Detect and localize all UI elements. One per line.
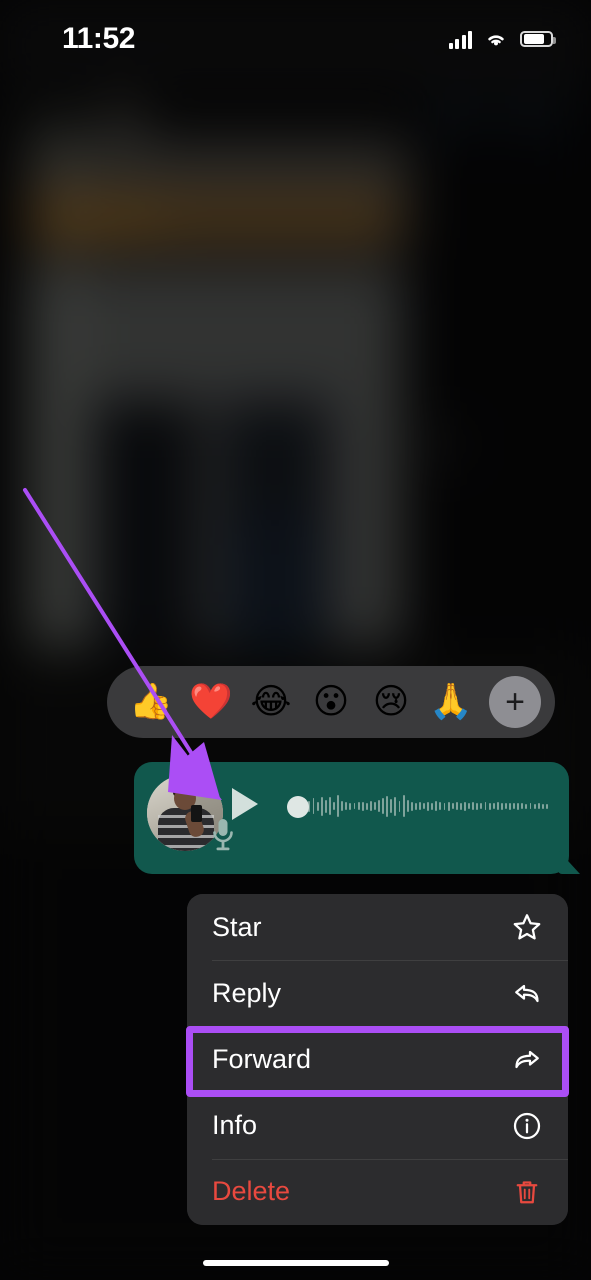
waveform-bar: [427, 801, 430, 811]
waveform-bar: [382, 798, 385, 814]
waveform-bar: [443, 802, 446, 810]
reaction-face-with-tears-of-joy-icon[interactable]: 😂: [241, 666, 301, 738]
waveform-bar: [394, 796, 397, 816]
reaction-crying-face-icon[interactable]: 😢: [361, 666, 421, 738]
status-bar-clock: 11:52: [62, 22, 136, 55]
trash-icon: [512, 1177, 542, 1207]
waveform-bar: [472, 802, 475, 810]
context-menu-label-delete: Delete: [212, 1176, 291, 1207]
waveform-bar: [435, 801, 438, 811]
waveform-bar: [537, 803, 540, 809]
waveform-bar: [459, 802, 462, 810]
waveform-bar: [419, 802, 421, 810]
context-menu-item-star[interactable]: Star: [187, 894, 568, 961]
context-menu-item-reply[interactable]: Reply: [187, 960, 568, 1027]
waveform-bar: [345, 802, 348, 810]
waveform-bar: [312, 798, 315, 814]
waveform-bar: [328, 797, 331, 815]
waveform-bar: [341, 801, 344, 811]
waveform-bar: [517, 802, 520, 810]
waveform-bar: [533, 803, 536, 809]
waveform-bar: [541, 803, 544, 809]
waveform-bar: [455, 802, 458, 810]
waveform-bar: [316, 801, 319, 811]
add-reaction-button[interactable]: +: [489, 676, 541, 728]
context-menu-label-reply: Reply: [212, 977, 282, 1008]
waveform-bar: [361, 801, 364, 811]
waveform-bar: [386, 795, 389, 817]
waveform-bar: [333, 802, 335, 810]
waveform-bar: [369, 801, 372, 811]
waveform-bar: [492, 803, 495, 809]
waveform-bar: [337, 795, 340, 817]
waveform-bar: [480, 803, 483, 809]
waveform-bar: [521, 803, 524, 809]
waveform-bar: [353, 803, 356, 809]
waveform-bar: [402, 795, 405, 817]
waveform-bar: [349, 802, 352, 810]
emoji-reaction-bar[interactable]: 👍 ❤️ 😂 😮 😢 🙏 +: [107, 666, 555, 738]
reaction-folded-hands-icon[interactable]: 🙏: [421, 666, 481, 738]
star-icon: [512, 912, 542, 942]
home-indicator: [202, 1260, 389, 1266]
reply-icon: [512, 978, 542, 1008]
status-bar: 11:52: [0, 0, 591, 78]
context-menu-item-forward[interactable]: Forward: [187, 1026, 568, 1093]
waveform-bar: [500, 802, 503, 810]
waveform-bar: [529, 803, 532, 809]
waveform-bar: [545, 803, 548, 809]
waveform-bar: [398, 800, 401, 812]
context-menu-item-delete[interactable]: Delete: [187, 1158, 568, 1225]
reaction-red-heart-icon[interactable]: ❤️: [181, 666, 241, 738]
waveform-bar: [451, 803, 454, 809]
wifi-icon: [488, 35, 504, 46]
reaction-thumbs-up-icon[interactable]: 👍: [121, 666, 181, 738]
info-icon: [512, 1111, 542, 1141]
waveform-bar: [373, 802, 376, 810]
waveform-bar: [464, 801, 466, 811]
plus-icon: +: [505, 683, 525, 721]
waveform-bar: [423, 803, 425, 809]
play-icon[interactable]: [232, 788, 258, 820]
waveform-bar: [484, 802, 487, 810]
waveform-bar: [324, 799, 327, 813]
cellular-signal-icon: [448, 30, 472, 49]
waveform-bar: [439, 802, 442, 810]
waveform-bar: [468, 803, 471, 809]
waveform-bar: [365, 802, 368, 810]
context-menu-item-info[interactable]: Info: [187, 1092, 568, 1159]
waveform-bar: [509, 802, 511, 810]
waveform-bar: [378, 800, 380, 812]
waveform-bar: [525, 803, 528, 809]
context-menu-label-info: Info: [212, 1110, 258, 1141]
context-menu-label-star: Star: [212, 911, 262, 942]
waveform-bar: [488, 802, 491, 810]
waveform-bar: [410, 801, 413, 811]
waveform-bar: [447, 801, 450, 811]
waveform-bar: [414, 802, 417, 810]
waveform-bar: [476, 802, 479, 810]
voice-waveform[interactable]: [288, 792, 550, 820]
waveform-bar: [357, 802, 360, 810]
battery-icon: [520, 31, 556, 47]
waveform-bar: [406, 800, 409, 812]
waveform-bar: [320, 796, 323, 816]
waveform-bar: [390, 799, 393, 813]
status-bar-icons: [448, 30, 556, 49]
waveform-bar: [496, 802, 499, 810]
message-context-menu[interactable]: Star Reply Forward Info Delete: [187, 894, 568, 1225]
microphone-icon: [213, 819, 233, 851]
waveform-bar: [431, 802, 434, 810]
waveform-bar: [504, 803, 507, 809]
forward-icon: [512, 1044, 542, 1074]
reaction-face-with-open-mouth-icon[interactable]: 😮: [301, 666, 361, 738]
phone-screen: 11:52 👍 ❤️ 😂 😮 😢 🙏 + Star Reply Forward …: [0, 0, 591, 1280]
waveform-bar: [513, 803, 516, 809]
context-menu-label-forward: Forward: [212, 1043, 312, 1074]
waveform-progress-knob[interactable]: [287, 796, 309, 818]
